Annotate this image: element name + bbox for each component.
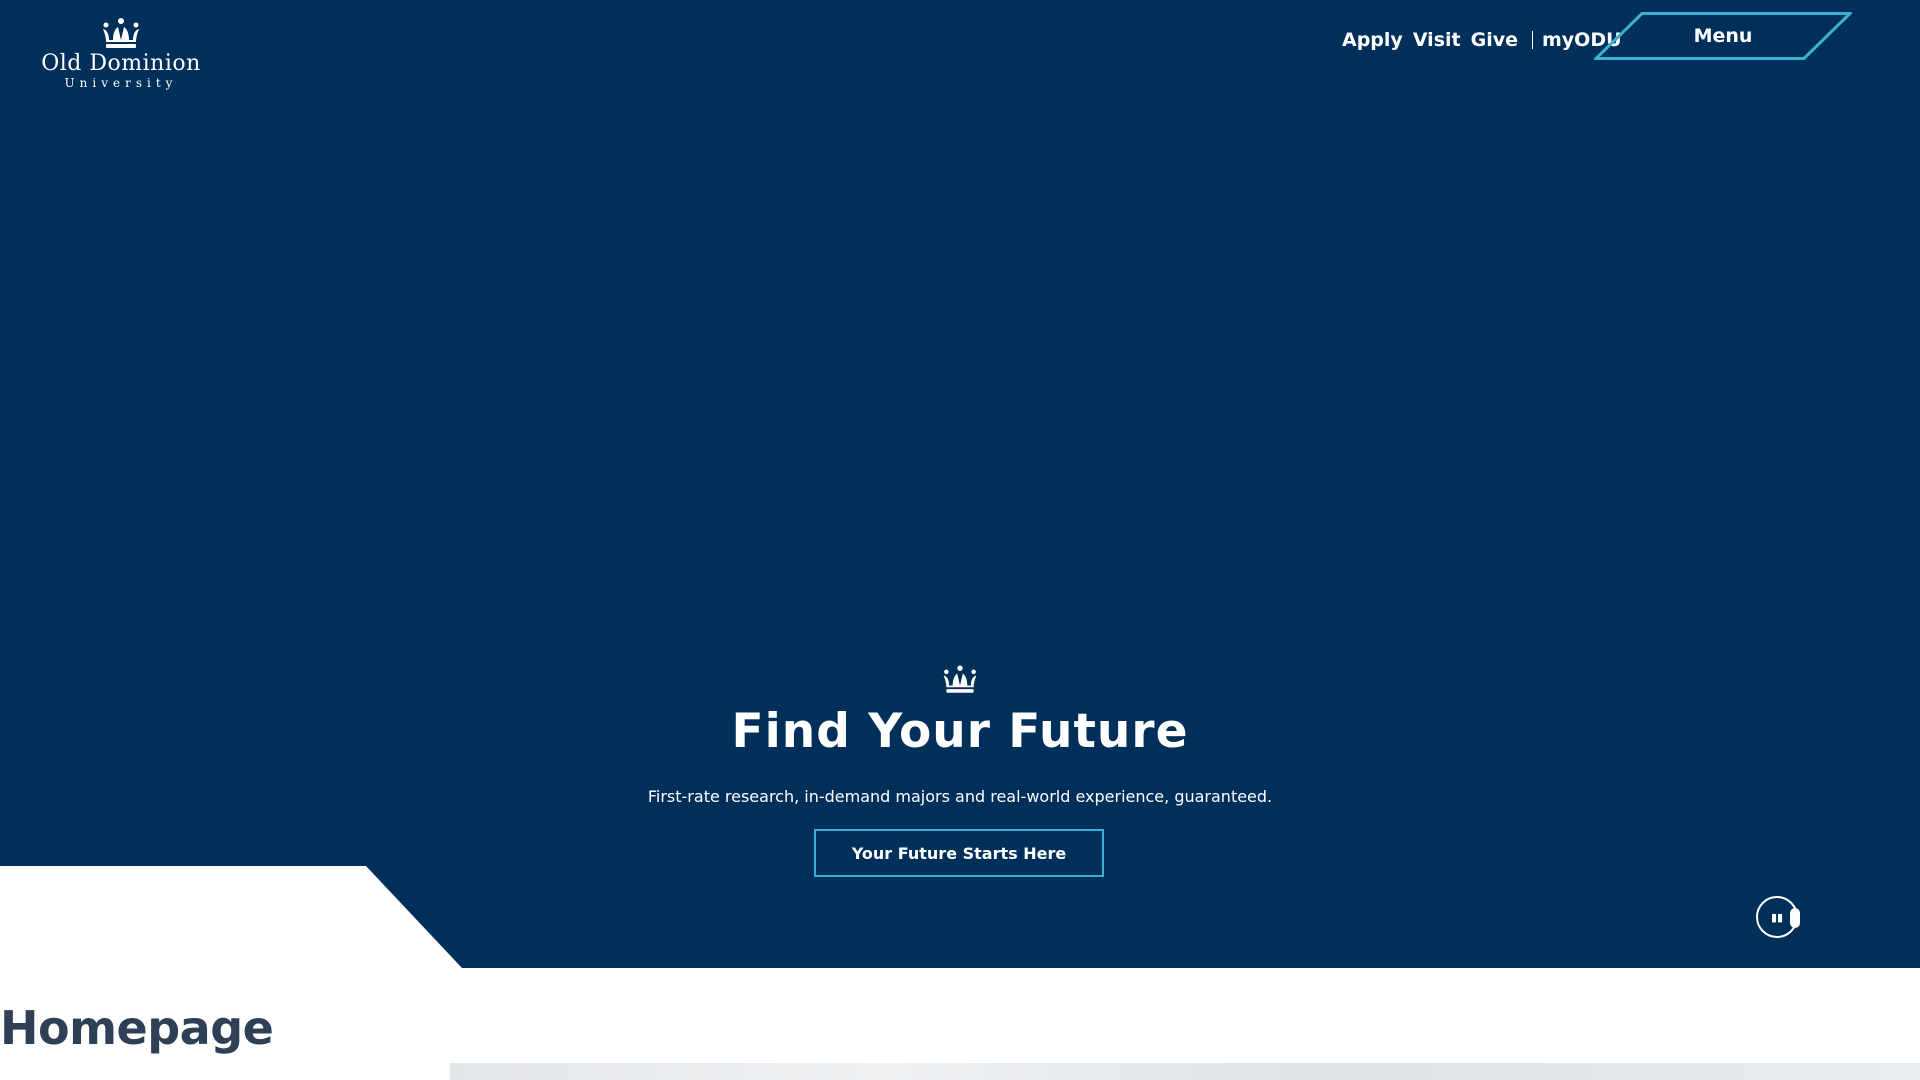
- cta-button[interactable]: Your Future Starts Here: [814, 829, 1104, 877]
- hero-title: Find Your Future: [731, 704, 1189, 759]
- pause-bar: [1790, 908, 1800, 928]
- pause-icon: ▮▮: [1770, 910, 1784, 924]
- section-image-edge: [450, 1063, 1920, 1080]
- menu-button-label: Menu: [1693, 25, 1753, 47]
- nav-link-apply[interactable]: Apply: [1342, 29, 1403, 51]
- menu-button[interactable]: Menu: [1594, 12, 1852, 60]
- nav-divider: [1532, 31, 1533, 49]
- nav-link-give[interactable]: Give: [1471, 29, 1518, 51]
- crown-icon: [103, 18, 139, 48]
- hero-banner: Old Dominion University Apply Visit Give…: [0, 0, 1920, 968]
- logo-subword: University: [64, 76, 178, 90]
- nav-link-visit[interactable]: Visit: [1413, 29, 1461, 51]
- hero-bottom-notch: [0, 866, 462, 968]
- hero-subtitle: First-rate research, in-demand majors an…: [647, 787, 1273, 806]
- pause-button[interactable]: ▮▮: [1756, 896, 1800, 938]
- university-logo[interactable]: Old Dominion University: [29, 18, 213, 100]
- logo-wordmark: Old Dominion: [41, 51, 201, 76]
- utility-nav: Apply Visit Give myODU: [1342, 26, 1632, 54]
- page-title: Homepage: [0, 1001, 274, 1055]
- crown-icon: [943, 665, 977, 693]
